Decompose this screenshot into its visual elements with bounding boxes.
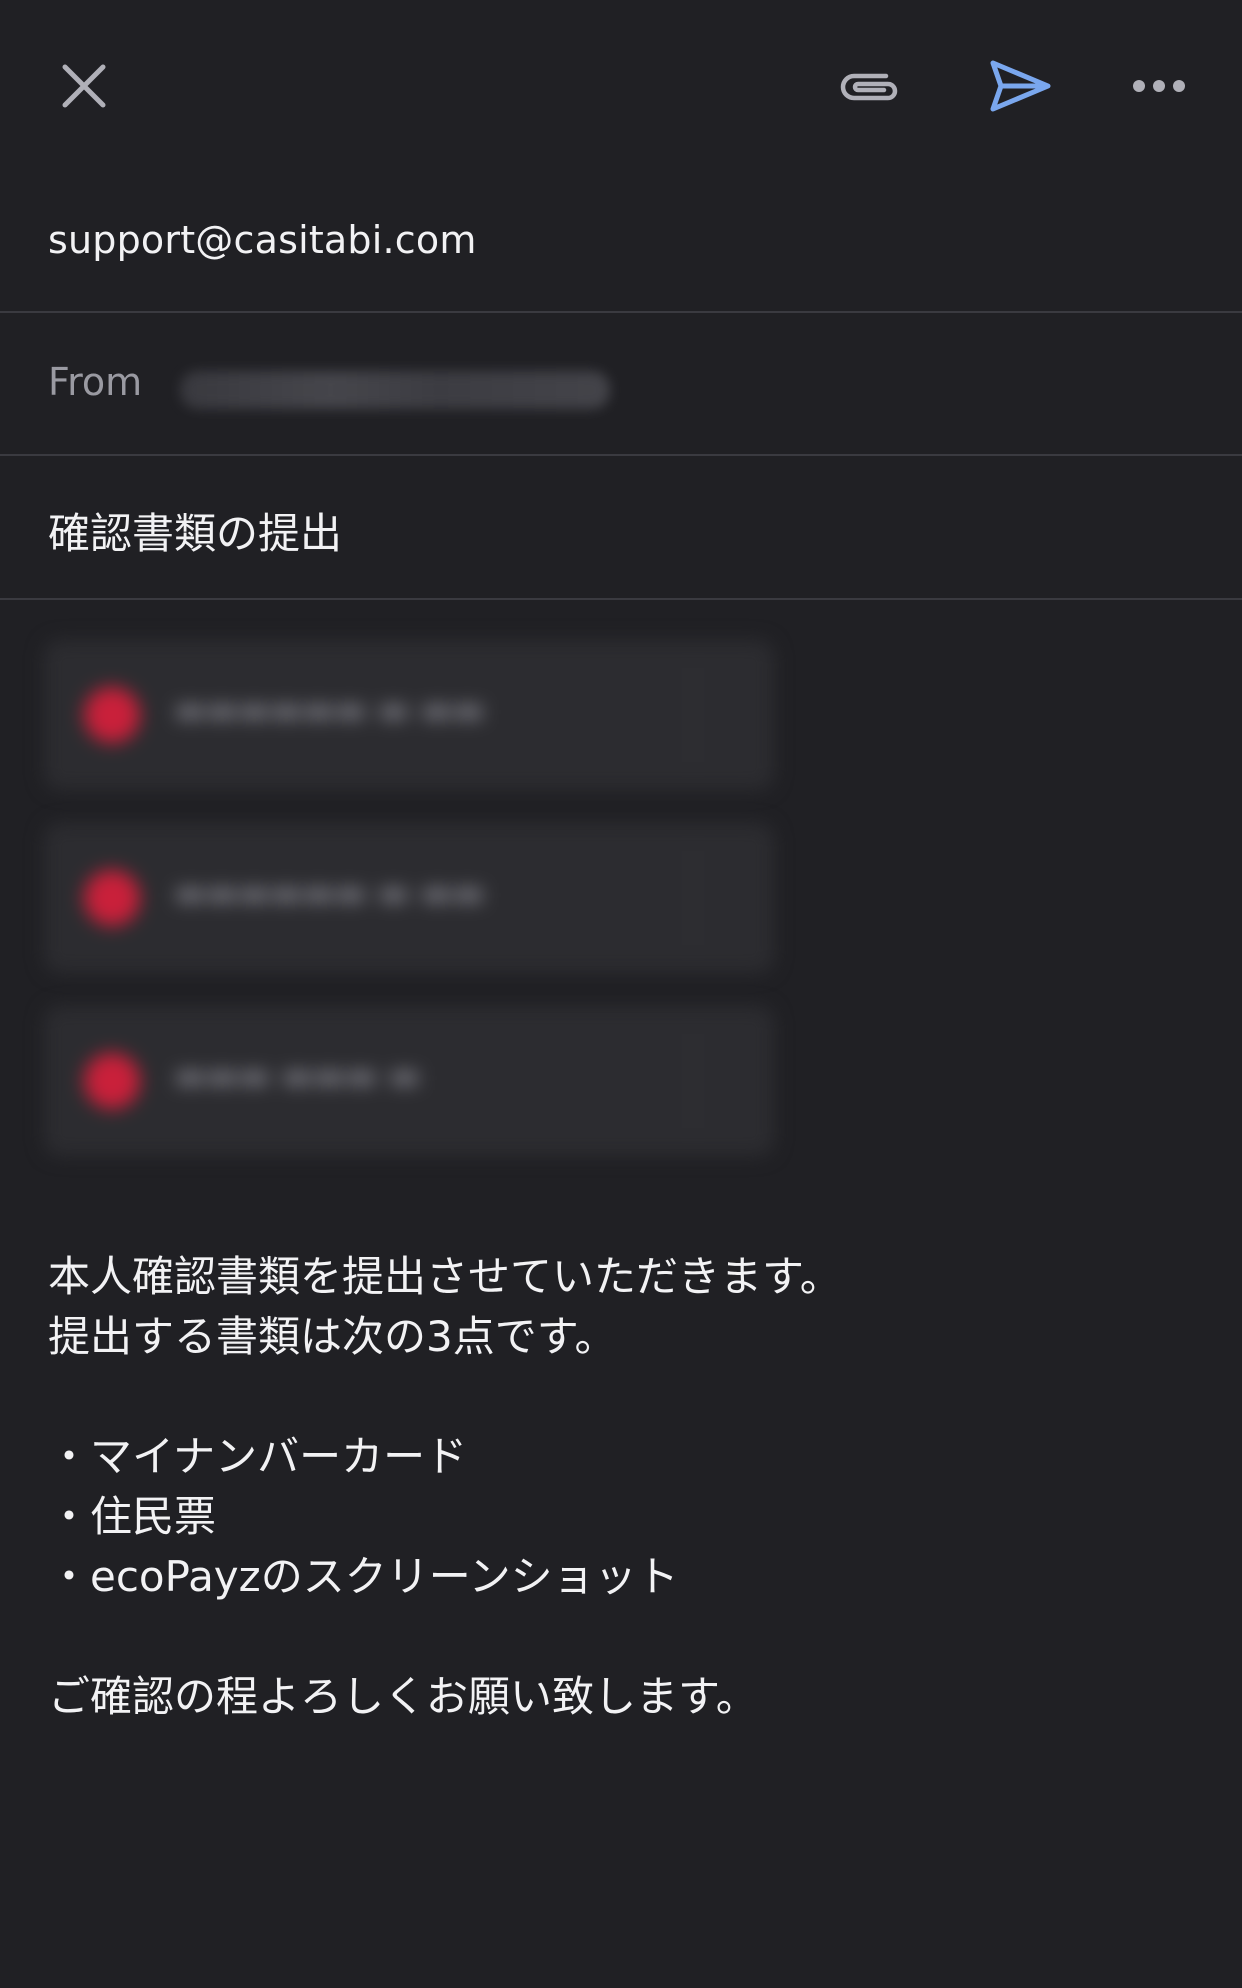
close-button[interactable]: [48, 50, 120, 122]
sender-address-redacted: [180, 371, 610, 409]
attachment-chip[interactable]: ▬▬▬▬▬▬ ▬ ▬▬: [44, 823, 774, 973]
attachment-chip[interactable]: ▬▬▬▬▬▬ ▬ ▬▬: [44, 640, 774, 790]
pdf-file-icon: [84, 870, 140, 926]
send-button[interactable]: [974, 46, 1066, 126]
attachment-name-redacted: ▬▬▬▬▬▬ ▬ ▬▬: [174, 873, 485, 913]
divider: [692, 851, 694, 945]
more-horizontal-icon: [1133, 80, 1185, 92]
divider: [692, 668, 694, 762]
body-line: ・マイナンバーカード: [48, 1432, 468, 1481]
body-line: 本人確認書類を提出させていただきます。: [48, 1252, 842, 1301]
pdf-file-icon: [84, 1053, 140, 1109]
recipient-address[interactable]: support@casitabi.com: [48, 218, 477, 262]
body-line: ご確認の程よろしくお願い致します。: [48, 1672, 758, 1721]
pdf-file-icon: [84, 687, 140, 743]
attachment-chip[interactable]: ▬▬▬ ▬▬▬ ▬: [44, 1006, 774, 1156]
attachment-list: ▬▬▬▬▬▬ ▬ ▬▬ ▬▬▬▬▬▬ ▬ ▬▬ ▬▬▬ ▬▬▬ ▬: [44, 640, 784, 1189]
message-body[interactable]: 本人確認書類を提出させていただきます。 提出する書類は次の3点です。 ・マイナン…: [48, 1247, 1198, 1727]
attachment-name-redacted: ▬▬▬▬▬▬ ▬ ▬▬: [174, 690, 485, 730]
body-line: ・住民票: [48, 1492, 217, 1541]
body-line: ・ecoPayzのスクリーンショット: [48, 1552, 679, 1601]
paperclip-icon: [840, 73, 898, 101]
send-icon: [990, 60, 1051, 112]
attachment-name-redacted: ▬▬▬ ▬▬▬ ▬: [174, 1056, 421, 1096]
compose-toolbar: [0, 0, 1242, 170]
subject-field-row[interactable]: 確認書類の提出: [0, 456, 1242, 600]
from-field-row[interactable]: From: [0, 313, 1242, 456]
attach-button[interactable]: [832, 50, 908, 122]
body-line: [48, 1607, 1198, 1667]
from-label: From: [48, 360, 143, 404]
body-line: 提出する書類は次の3点です。: [48, 1312, 617, 1361]
body-line: [48, 1367, 1198, 1427]
divider: [692, 1034, 694, 1128]
more-options-button[interactable]: [1122, 56, 1196, 116]
to-field-row[interactable]: support@casitabi.com: [0, 170, 1242, 313]
close-icon: [62, 64, 106, 108]
subject-input[interactable]: 確認書類の提出: [48, 500, 342, 561]
